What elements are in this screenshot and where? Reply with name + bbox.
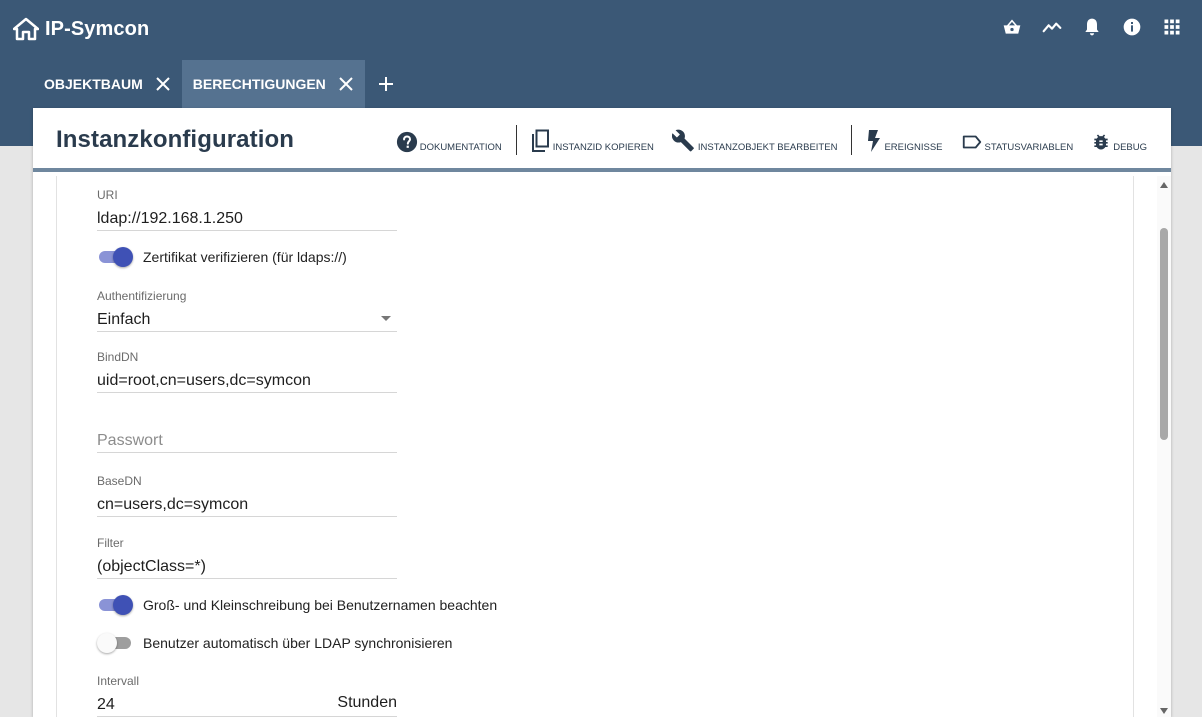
- filter-field[interactable]: Filter (objectClass=*): [97, 536, 397, 579]
- toggle-label: Groß- und Kleinschreibung bei Benutzerna…: [143, 597, 498, 613]
- apps-grid-icon[interactable]: [1162, 15, 1182, 39]
- scroll-down-arrow[interactable]: [1160, 708, 1168, 714]
- field-label: BaseDN: [97, 474, 142, 488]
- auto-sync-toggle[interactable]: [97, 633, 133, 653]
- home-icon: [13, 17, 39, 41]
- bug-icon: [1094, 134, 1108, 150]
- tab-objektbaum[interactable]: OBJEKTBAUM: [33, 60, 182, 108]
- binddn-input[interactable]: uid=root,cn=users,dc=symcon: [97, 370, 397, 392]
- bell-icon[interactable]: [1082, 15, 1102, 39]
- app-title: IP-Symcon: [45, 17, 150, 40]
- header-actions: DOKUMENTATION INSTANZID KOPIEREN INSTANZ…: [396, 125, 1147, 155]
- scrollbar[interactable]: [1157, 176, 1171, 717]
- wrench-icon: [671, 129, 694, 152]
- field-label: Intervall: [97, 674, 140, 688]
- trend-icon[interactable]: [1042, 15, 1062, 39]
- debug-button[interactable]: DEBUG: [1091, 125, 1147, 155]
- auth-select[interactable]: Authentifizierung Einfach: [97, 289, 397, 332]
- divider: [851, 125, 853, 155]
- flash-icon: [868, 130, 881, 152]
- scroll-up-arrow[interactable]: [1160, 182, 1168, 188]
- scroll-thumb[interactable]: [1160, 228, 1168, 440]
- edit-instance-object-button[interactable]: INSTANZOBJEKT BEARBEITEN: [671, 125, 838, 155]
- close-icon[interactable]: [338, 76, 354, 92]
- help-icon: [396, 131, 417, 153]
- field-label: BindDN: [97, 350, 139, 364]
- binddn-field[interactable]: BindDN uid=root,cn=users,dc=symcon: [97, 350, 397, 393]
- debug-label: DEBUG: [1113, 142, 1147, 153]
- password-field[interactable]: Passwort: [97, 430, 397, 453]
- tab-label: OBJEKTBAUM: [44, 76, 143, 92]
- toggle-label: Benutzer automatisch über LDAP synchroni…: [143, 635, 453, 651]
- documentation-button[interactable]: DOKUMENTATION: [396, 125, 502, 155]
- info-icon[interactable]: [1122, 15, 1142, 39]
- basedn-field[interactable]: BaseDN cn=users,dc=symcon: [97, 474, 397, 517]
- card-header: Instanzkonfiguration DOKUMENTATION INSTA…: [33, 108, 1171, 172]
- label-icon: [962, 135, 981, 149]
- edit-instance-object-label: INSTANZOBJEKT BEARBEITEN: [697, 142, 838, 153]
- uri-field[interactable]: URI ldap://192.168.1.250: [97, 188, 397, 231]
- interval-field[interactable]: Intervall 24 Stunden: [97, 674, 397, 717]
- copy-instance-id-button[interactable]: INSTANZID KOPIEREN: [531, 125, 654, 155]
- top-icons: [1002, 15, 1182, 39]
- tab-berechtigungen[interactable]: BERECHTIGUNGEN: [181, 60, 365, 108]
- plus-icon: [378, 77, 393, 91]
- instance-config-card: Instanzkonfiguration DOKUMENTATION INSTA…: [33, 108, 1171, 717]
- brand[interactable]: IP-Symcon: [13, 16, 149, 42]
- basedn-input[interactable]: cn=users,dc=symcon: [97, 494, 397, 516]
- status-variables-label: STATUSVARIABLEN: [984, 142, 1074, 153]
- case-sensitive-row: Groß- und Kleinschreibung bei Benutzerna…: [97, 593, 497, 617]
- field-label: URI: [97, 188, 118, 202]
- events-label: EREIGNISSE: [884, 142, 943, 153]
- case-sensitive-toggle[interactable]: [97, 595, 133, 615]
- tab-label: BERECHTIGUNGEN: [192, 76, 326, 92]
- copy-icon: [531, 129, 549, 152]
- basket-icon[interactable]: [1002, 15, 1022, 39]
- close-icon[interactable]: [155, 76, 171, 92]
- page-title: Instanzkonfiguration: [56, 126, 294, 153]
- copy-instance-id-label: INSTANZID KOPIEREN: [552, 142, 654, 153]
- events-button[interactable]: EREIGNISSE: [866, 125, 943, 155]
- toggle-label: Zertifikat verifizieren (für ldaps://): [143, 249, 347, 265]
- password-input[interactable]: Passwort: [97, 430, 397, 452]
- auto-sync-row: Benutzer automatisch über LDAP synchroni…: [97, 631, 452, 655]
- auth-selected-value: Einfach: [97, 311, 151, 328]
- divider: [515, 125, 517, 155]
- field-label: Authentifizierung: [97, 289, 187, 303]
- tab-bar: OBJEKTBAUM BERECHTIGUNGEN: [33, 60, 407, 108]
- filter-input[interactable]: (objectClass=*): [97, 556, 397, 578]
- add-tab-button[interactable]: [365, 60, 407, 108]
- uri-input[interactable]: ldap://192.168.1.250: [97, 208, 397, 230]
- verify-cert-toggle[interactable]: [97, 247, 133, 267]
- form-content: URI ldap://192.168.1.250 Zertifikat veri…: [56, 176, 1134, 717]
- status-variables-button[interactable]: STATUSVARIABLEN: [961, 125, 1074, 155]
- chevron-down-icon[interactable]: [381, 316, 391, 321]
- interval-unit: Stunden: [337, 694, 397, 711]
- documentation-label: DOKUMENTATION: [419, 142, 502, 153]
- verify-cert-row: Zertifikat verifizieren (für ldaps://): [97, 245, 347, 269]
- field-label: Filter: [97, 536, 124, 550]
